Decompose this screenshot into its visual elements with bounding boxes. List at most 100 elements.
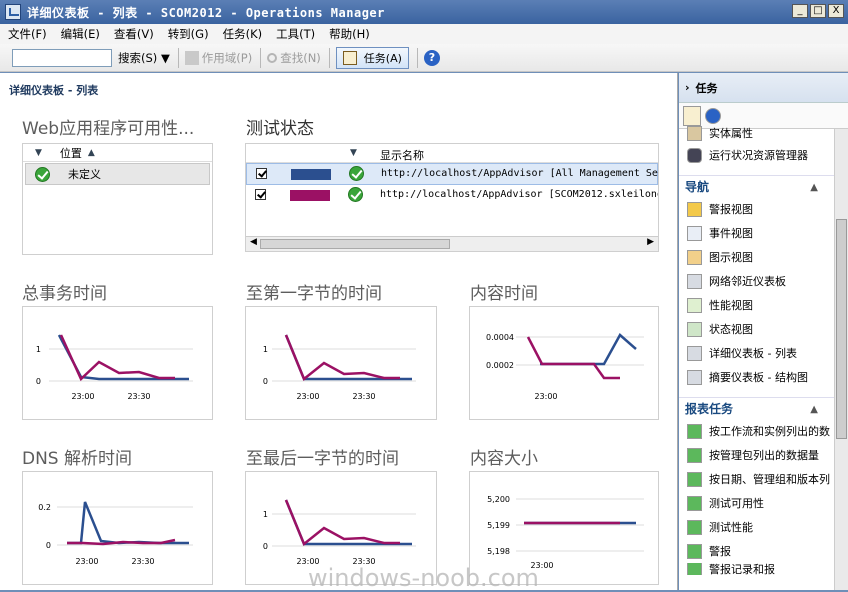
event-view-icon [687,225,702,241]
minimize-button[interactable]: _ [792,4,808,18]
scope-button[interactable]: 作用域(P) [184,50,252,66]
side-item-label: 按日期、管理组和版本列 [709,473,830,486]
toolbar-separator [260,47,262,68]
horizontal-scrollbar[interactable]: ◀ ▶ [246,236,658,251]
menu-file[interactable]: 文件(F) [8,26,47,42]
toolbar-separator [328,47,330,68]
side-item-label: 测试可用性 [709,497,764,510]
alert-view-icon [687,201,702,217]
row-checkbox[interactable] [256,168,267,179]
test-name: http://localhost/AppAdvisor [SCOM2012.sx… [380,189,659,200]
x-tick-label: 23:30 [131,557,154,566]
y-tick-label: 0 [46,541,51,550]
side-item-summary-dashboard[interactable]: 摘要仪表板 - 结构图 [679,365,848,389]
side-item-label: 按工作流和实例列出的数 [709,425,830,438]
state-view-icon [687,321,702,337]
tasks-tab[interactable] [683,105,701,126]
chart-title: 内容时间 [470,284,538,304]
scroll-left-icon[interactable]: ◀ [250,237,257,247]
side-item-report[interactable]: 警报 [679,539,848,563]
scrollbar-thumb[interactable] [836,219,847,439]
menu-tasks[interactable]: 任务(K) [223,26,263,42]
scroll-right-icon[interactable]: ▶ [647,237,654,247]
chevron-right-icon[interactable]: › [685,81,690,94]
y-tick-label: 1 [263,510,268,519]
find-label: 查找(N) [280,50,321,65]
side-item-report[interactable]: 按日期、管理组和版本列 [679,467,848,491]
side-item-label: 警报记录和报 [709,563,775,575]
series-color-swatch [291,169,331,180]
help-tab[interactable] [705,107,721,124]
menu-help[interactable]: 帮助(H) [329,26,370,42]
side-item-health-explorer[interactable]: 运行状况资源管理器 [679,143,848,167]
chart-svg: 0.0004 0.0002 23:00 [486,333,644,401]
side-item-alert-view[interactable]: 警报视图 [679,197,848,221]
toolbar-separator [177,47,179,68]
side-item-report[interactable]: 测试可用性 [679,491,848,515]
y-tick-label: 5,200 [487,495,510,504]
dashboard-icon [687,345,702,361]
side-item-performance-view[interactable]: 性能视图 [679,293,848,317]
close-button[interactable]: X [828,4,844,18]
side-item-state-view[interactable]: 状态视图 [679,317,848,341]
app-icon [5,4,21,20]
menu-go[interactable]: 转到(G) [168,26,209,42]
filter-dropdown-icon[interactable]: ▼ [35,148,42,158]
menu-edit[interactable]: 编辑(E) [61,26,100,42]
row-checkbox[interactable] [255,189,266,200]
maximize-button[interactable]: □ [810,4,826,18]
scrollbar-thumb[interactable] [260,239,450,249]
menu-view[interactable]: 查看(V) [114,26,154,42]
location-column-header[interactable]: 位置 [60,145,82,161]
table-row[interactable]: http://localhost/AppAdvisor [SCOM2012.sx… [246,185,658,207]
y-tick-label: 0.0002 [486,361,514,370]
side-item-label: 事件视图 [709,227,753,240]
side-item-label: 运行状况资源管理器 [709,149,808,162]
side-item-diagram-view[interactable]: 图示视图 [679,245,848,269]
test-name: http://localhost/AppAdvisor [All Managem… [381,168,659,179]
y-tick-label: 1 [263,345,268,354]
side-item-report[interactable]: 测试性能 [679,515,848,539]
find-button[interactable]: 查找(N) [267,50,321,66]
healthy-status-icon [348,187,363,202]
side-item-report[interactable]: 按管理包列出的数据量 [679,443,848,467]
y-tick-label: 5,199 [487,521,510,530]
location-value: 未定义 [68,168,101,181]
series-line-scom2012 [284,499,400,547]
side-item-detail-dashboard[interactable]: 详细仪表板 - 列表 [679,341,848,365]
title-bar: 详细仪表板 - 列表 - SCOM2012 - Operations Manag… [0,0,848,24]
collapse-icon[interactable]: ▲ [810,182,818,193]
collapse-icon[interactable]: ▲ [810,404,818,415]
menu-tools[interactable]: 工具(T) [276,26,315,42]
display-name-column-header[interactable]: 显示名称 [380,147,424,163]
side-item-label: 警报 [709,545,731,558]
chart-title: 至第一字节的时间 [246,284,382,304]
filter-dropdown-icon[interactable]: ▼ [350,148,357,158]
search-button[interactable]: 搜索(S) ▼ [118,50,170,66]
y-tick-label: 0.0004 [486,333,514,342]
report-tasks-section-header[interactable]: 报表任务 ▲ [679,397,848,419]
side-item-report[interactable]: 按工作流和实例列出的数 [679,419,848,443]
dashboard-icon [687,273,702,289]
tasks-pane-scrollbar[interactable] [834,129,848,590]
side-item-entity-properties[interactable]: 实体属性 [679,123,848,143]
time-to-first-byte-chart: 1 0 23:00 23:30 [245,306,437,420]
search-input[interactable] [12,48,112,67]
side-item-event-view[interactable]: 事件视图 [679,221,848,245]
side-item-network-dashboard[interactable]: 网络邻近仪表板 [679,269,848,293]
side-item-label: 性能视图 [709,299,753,312]
table-row[interactable]: http://localhost/AppAdvisor [All Managem… [246,163,658,185]
side-item-label: 详细仪表板 - 列表 [709,347,797,360]
navigation-section-header[interactable]: 导航 ▲ [679,175,848,197]
window-title: 详细仪表板 - 列表 - SCOM2012 - Operations Manag… [27,5,385,20]
help-button[interactable]: ? [423,49,440,66]
chart-svg: 0.2 0 23:00 23:30 [38,501,193,566]
properties-icon [687,125,702,141]
x-tick-label: 23:00 [71,392,94,401]
side-item-report[interactable]: 警报记录和报 [679,563,848,575]
table-row[interactable]: 未定义 [25,163,210,185]
tasks-button[interactable]: 任务(A) [335,46,409,69]
series-line-scom2012 [67,538,176,546]
chevron-down-icon: ▼ [160,50,170,65]
sort-asc-icon: ▲ [87,147,95,158]
